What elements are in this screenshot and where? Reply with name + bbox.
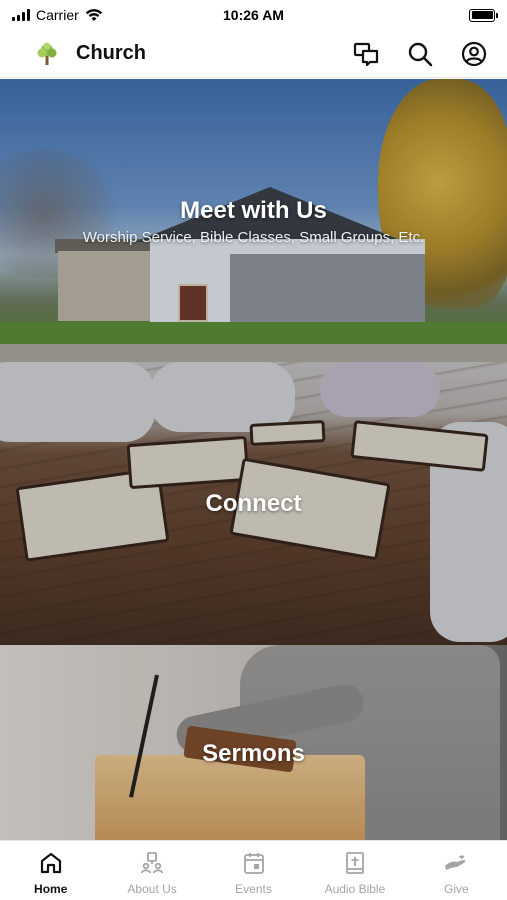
- tab-give[interactable]: Give: [406, 841, 507, 900]
- tab-about-us[interactable]: About Us: [101, 841, 202, 900]
- tab-label: Audio Bible: [324, 882, 386, 896]
- tab-label: Events: [235, 882, 272, 896]
- give-hand-icon: [443, 850, 469, 876]
- status-bar: Carrier 10:26 AM: [0, 0, 507, 30]
- carrier-label: Carrier: [36, 7, 79, 23]
- chat-icon[interactable]: [351, 39, 381, 69]
- tree-icon: [34, 41, 60, 67]
- bible-icon: [342, 850, 368, 876]
- home-icon: [38, 850, 64, 876]
- people-icon: [139, 850, 165, 876]
- tab-home[interactable]: Home: [0, 841, 101, 900]
- nav-bar: Church: [0, 30, 507, 78]
- sermons-card[interactable]: Sermons: [0, 645, 507, 840]
- battery-icon: [469, 8, 498, 22]
- profile-icon[interactable]: [459, 39, 489, 69]
- meet-with-us-card[interactable]: Meet with Us Worship Service, Bible Clas…: [0, 79, 507, 362]
- meet-with-us-title: Meet with Us: [180, 197, 327, 224]
- search-icon[interactable]: [405, 39, 435, 69]
- tab-events[interactable]: Events: [203, 841, 304, 900]
- app-title: Church: [76, 42, 146, 64]
- tab-bar: Home About Us Events Audio Bible Give: [0, 840, 507, 900]
- tab-label: Give: [443, 882, 469, 896]
- tab-audio-bible[interactable]: Audio Bible: [304, 841, 405, 900]
- status-left: Carrier: [12, 7, 103, 23]
- tab-label: About Us: [127, 882, 177, 896]
- sermons-title: Sermons: [202, 740, 305, 767]
- tab-label: Home: [34, 882, 68, 896]
- calendar-icon: [241, 850, 267, 876]
- signal-icon: [12, 9, 30, 21]
- connect-title: Connect: [205, 490, 302, 517]
- wifi-icon: [85, 9, 102, 21]
- nav-actions: [351, 39, 489, 69]
- feed: Meet with Us Worship Service, Bible Clas…: [0, 79, 507, 840]
- connect-card[interactable]: Connect: [0, 362, 507, 645]
- meet-with-us-subtitle: Worship Service, Bible Classes, Small Gr…: [82, 229, 425, 246]
